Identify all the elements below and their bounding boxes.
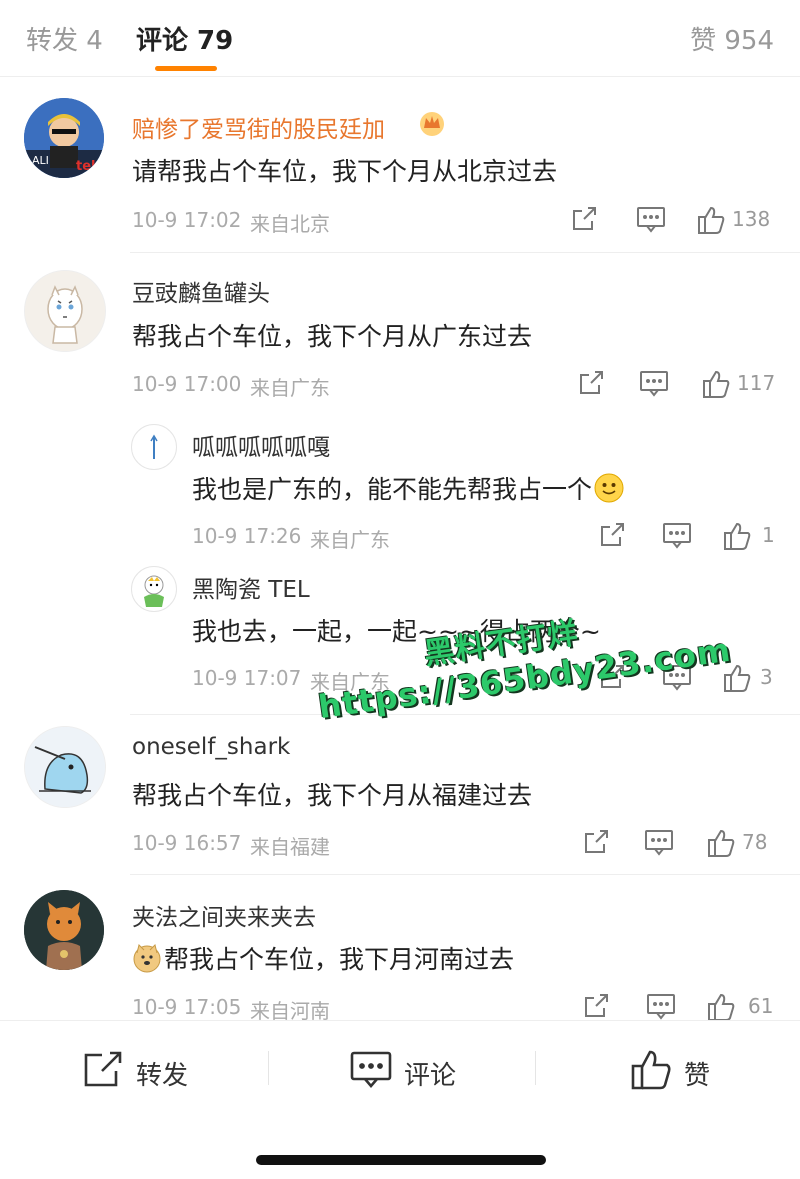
separator xyxy=(268,1051,269,1085)
comment-actions: 61 xyxy=(582,992,792,1022)
divider xyxy=(130,874,800,875)
svg-text:tel: tel xyxy=(76,159,96,174)
avatar[interactable] xyxy=(131,424,177,470)
share-icon[interactable] xyxy=(582,992,610,1020)
comment-icon xyxy=(350,1051,392,1088)
comment-text: 我也去，一起，一起~~~得占两个~ xyxy=(192,617,601,646)
comment-label: 评论 xyxy=(404,1061,457,1091)
comment-actions: 138 xyxy=(570,205,780,235)
like-label: 赞 xyxy=(684,1061,711,1091)
username[interactable]: 呱呱呱呱呱嘎 xyxy=(192,428,330,462)
like-button[interactable]: 赞 xyxy=(630,1049,730,1091)
comment-actions: 3 xyxy=(598,663,788,693)
repost-button[interactable]: 转发 xyxy=(82,1049,202,1091)
comment-location: 来自广东 xyxy=(310,528,390,552)
comment-location: 来自广东 xyxy=(250,376,330,400)
tab-comments[interactable]: 评论 79 xyxy=(136,20,233,57)
active-tab-indicator xyxy=(155,66,217,71)
like-count: 138 xyxy=(732,207,771,231)
doge-emoji-icon xyxy=(132,943,162,973)
divider xyxy=(130,714,800,715)
divider xyxy=(130,252,800,253)
repost-label: 转发 xyxy=(136,1061,189,1091)
comment-actions: 117 xyxy=(577,369,787,399)
comment-button[interactable]: 评论 xyxy=(350,1049,470,1091)
comment-text-body: 我也是广东的，能不能先帮我占一个 xyxy=(192,475,593,504)
comment-text: 请帮我占个车位，我下个月从北京过去 xyxy=(132,157,558,186)
home-indicator[interactable] xyxy=(256,1155,546,1165)
comment-icon[interactable] xyxy=(662,521,692,549)
thumbs-up-icon[interactable] xyxy=(706,828,736,858)
like-count: 117 xyxy=(737,371,776,395)
tab-bar: 转发 4 评论 79 赞 954 xyxy=(0,0,800,77)
username[interactable]: 夹法之间夹来夹去 xyxy=(132,898,316,932)
thumbs-up-icon xyxy=(631,1050,671,1090)
comment-time: 10-9 16:57 xyxy=(132,831,242,855)
thumbs-up-icon[interactable] xyxy=(701,369,731,399)
comment-actions: 1 xyxy=(598,521,788,551)
smile-emoji-icon xyxy=(594,473,624,503)
username[interactable]: 豆豉麟鱼罐头 xyxy=(132,274,270,308)
vip-crown-icon xyxy=(418,110,446,140)
like-count: 61 xyxy=(748,994,774,1018)
share-icon[interactable] xyxy=(598,663,626,691)
username[interactable]: oneself_shark xyxy=(132,734,290,760)
comment-text: 帮我占个车位，我下月河南过去 xyxy=(132,940,514,976)
share-icon[interactable] xyxy=(598,521,626,549)
avatar[interactable] xyxy=(24,890,104,970)
comment-icon[interactable] xyxy=(636,205,666,233)
watermark: 黑料不打烊 https://365bdy23.com xyxy=(310,587,733,726)
comment-location: 来自广东 xyxy=(310,670,390,694)
comment-text: 帮我占个车位，我下个月从福建过去 xyxy=(132,781,533,810)
comment-time: 10-9 17:07 xyxy=(192,666,302,690)
comment-text: 我也是广东的，能不能先帮我占一个 xyxy=(192,470,624,506)
avatar[interactable] xyxy=(24,270,106,352)
thumbs-up-icon[interactable] xyxy=(706,992,736,1022)
comment-time: 10-9 17:00 xyxy=(132,372,242,396)
comment-location: 来自福建 xyxy=(250,835,330,859)
username[interactable]: 黑陶瓷 TEL xyxy=(192,570,310,604)
comment-time: 10-9 17:05 xyxy=(132,995,242,1019)
comment-icon[interactable] xyxy=(644,828,674,856)
avatar[interactable] xyxy=(24,726,106,808)
share-icon[interactable] xyxy=(582,828,610,856)
like-count: 78 xyxy=(742,830,768,854)
comment-text-body: 帮我占个车位，我下月河南过去 xyxy=(164,945,515,974)
tab-likes[interactable]: 赞 954 xyxy=(690,20,774,57)
comment-actions: 78 xyxy=(582,828,792,858)
avatar[interactable] xyxy=(131,566,177,612)
share-icon[interactable] xyxy=(577,369,605,397)
thumbs-up-icon[interactable] xyxy=(722,521,752,551)
comment-icon[interactable] xyxy=(646,992,676,1020)
comment-time: 10-9 17:02 xyxy=(132,208,242,232)
like-count: 1 xyxy=(762,523,775,547)
svg-text:ALI: ALI xyxy=(32,154,49,167)
comment-icon[interactable] xyxy=(662,663,692,691)
tab-repost[interactable]: 转发 4 xyxy=(26,20,103,57)
share-icon[interactable] xyxy=(570,205,598,233)
share-icon xyxy=(84,1051,122,1087)
comment-icon[interactable] xyxy=(639,369,669,397)
comment-location: 来自北京 xyxy=(250,212,330,236)
thumbs-up-icon[interactable] xyxy=(696,205,726,235)
avatar[interactable]: ALI tel xyxy=(24,98,104,178)
bottom-action-bar: 转发 评论 赞 xyxy=(0,1020,800,1121)
thumbs-up-icon[interactable] xyxy=(722,663,752,693)
separator xyxy=(535,1051,536,1085)
like-count: 3 xyxy=(760,665,773,689)
comment-time: 10-9 17:26 xyxy=(192,524,302,548)
username[interactable]: 赔惨了爱骂街的股民廷加 xyxy=(132,110,385,144)
comment-text: 帮我占个车位，我下个月从广东过去 xyxy=(132,322,533,351)
